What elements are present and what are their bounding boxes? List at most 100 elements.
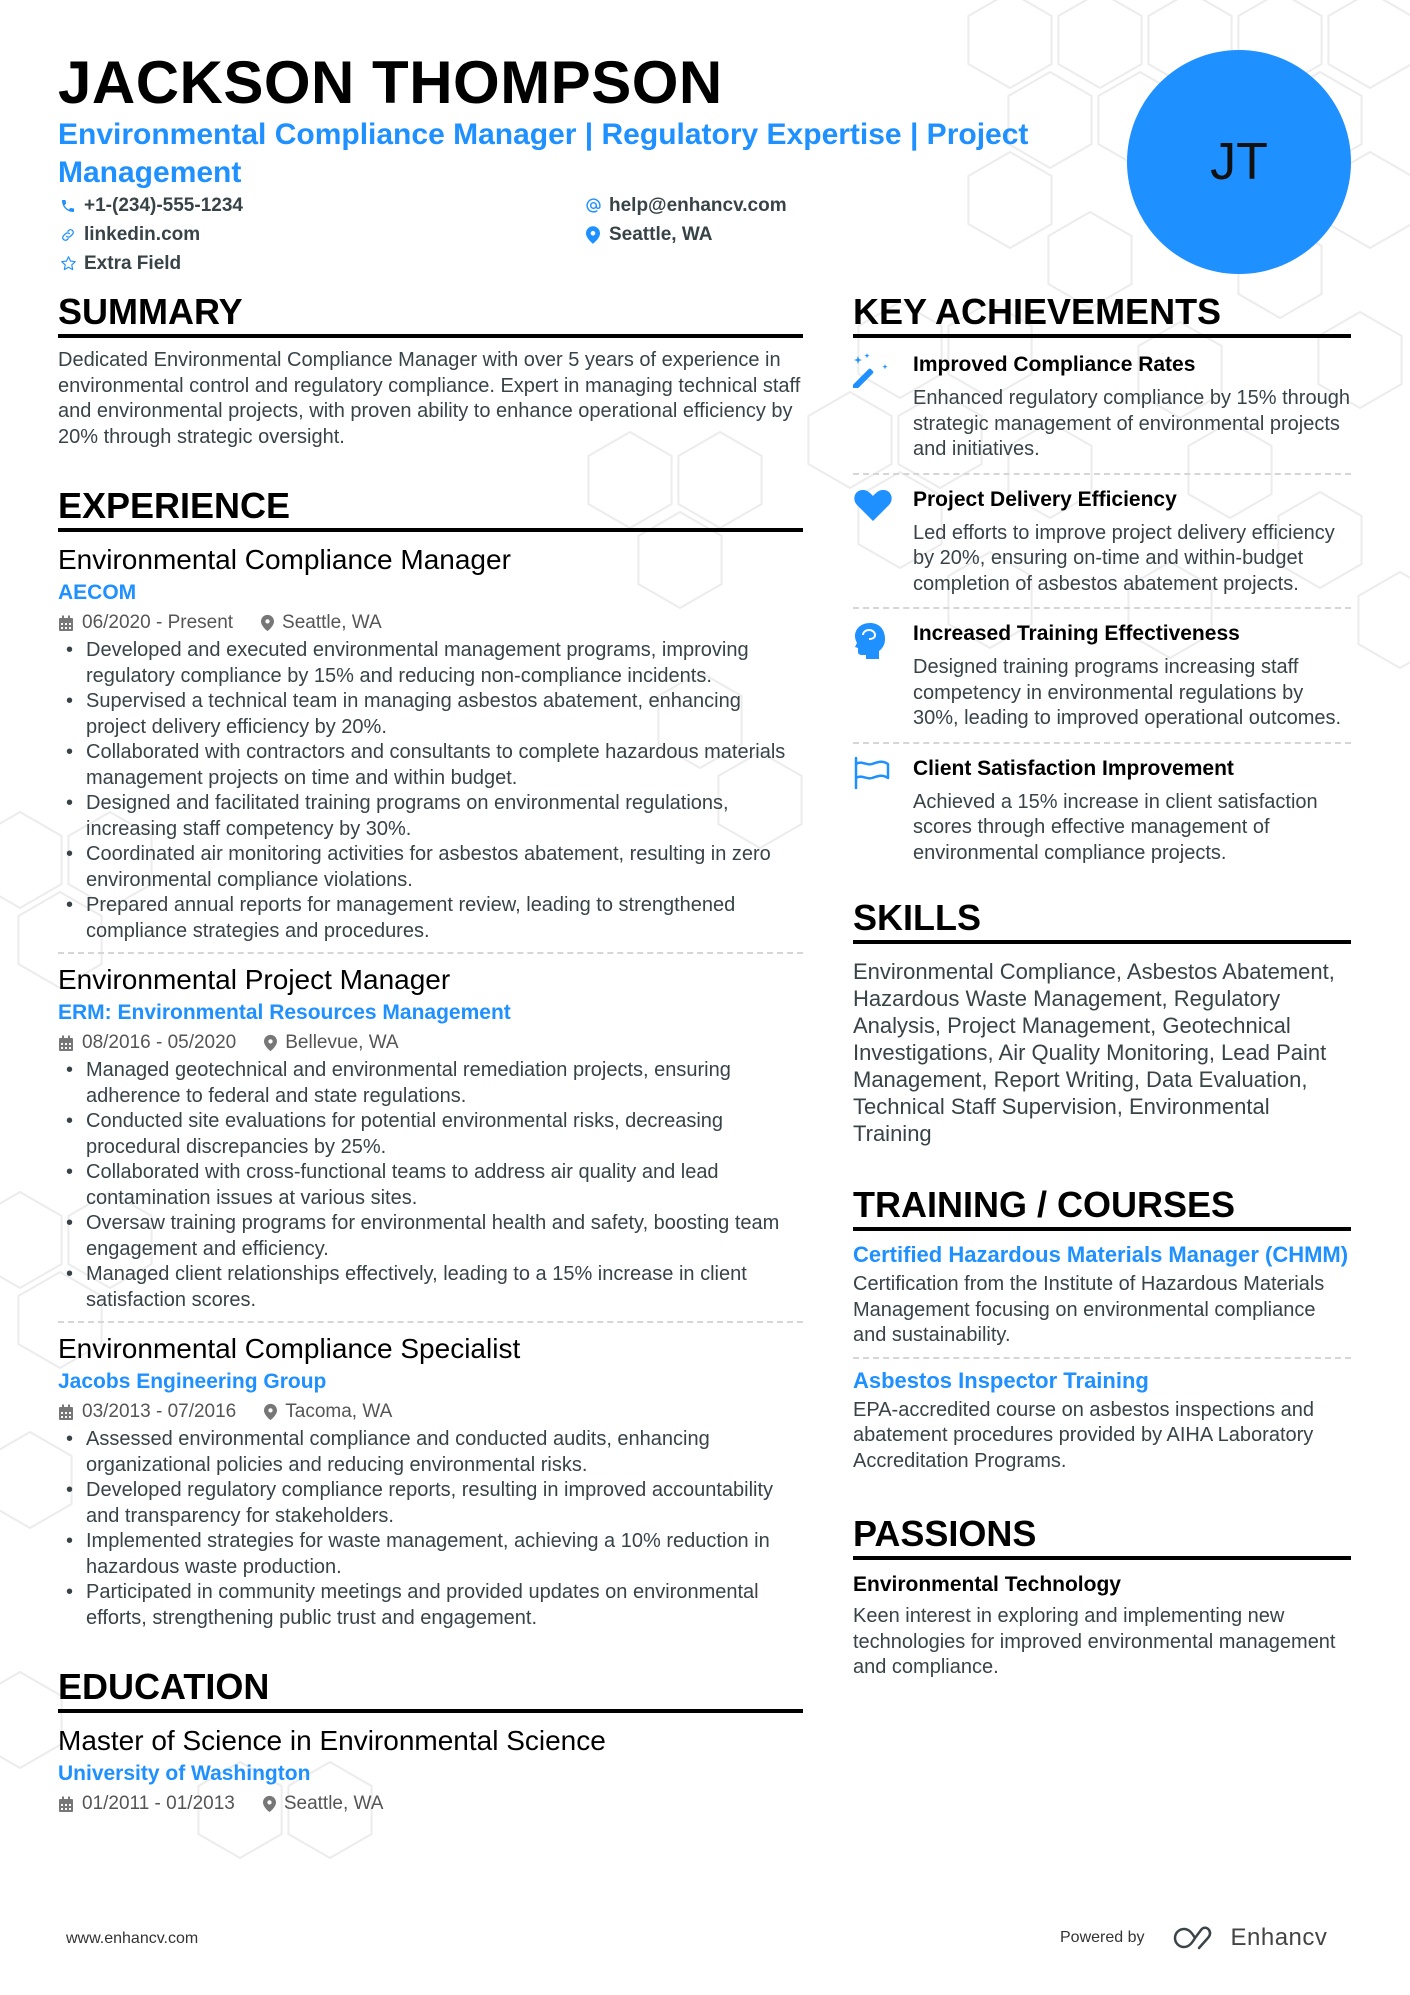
experience-item: Environmental Project Manager ERM: Envir… [58, 952, 803, 1321]
candidate-headline: Environmental Compliance Manager | Regul… [58, 118, 1029, 189]
course-title: Certified Hazardous Materials Manager (C… [853, 1242, 1349, 1267]
calendar-icon [59, 1404, 73, 1420]
contact-linkedin[interactable]: linkedin.com [58, 221, 583, 248]
brain-head-icon [855, 623, 885, 659]
achievement-title: Client Satisfaction Improvement [913, 756, 1234, 780]
summary-heading: SUMMARY [58, 290, 803, 338]
training-section: TRAINING / COURSES Certified Hazardous M… [853, 1183, 1351, 1482]
degree-title: Master of Science in Environmental Scien… [58, 1725, 606, 1756]
at-icon [583, 196, 603, 216]
powered-by-label: Powered by [1060, 1929, 1145, 1946]
achievements-section: KEY ACHIEVEMENTS Improved Compliance Rat… [850, 290, 1351, 877]
resume-page: JACKSON THOMPSON Environmental Complianc… [0, 0, 1410, 1995]
location-pin-icon [264, 1403, 278, 1421]
experience-section: EXPERIENCE Environmental Compliance Mana… [58, 484, 803, 1639]
footer-website[interactable]: www.enhancv.com [66, 1930, 198, 1948]
job-company: Jacobs Engineering Group [58, 1370, 327, 1393]
job-title: Environmental Compliance Specialist [58, 1333, 521, 1364]
job-location: Bellevue, WA [285, 1032, 399, 1053]
experience-item: Environmental Compliance Specialist Jaco… [58, 1321, 803, 1639]
job-location: Tacoma, WA [285, 1401, 393, 1422]
job-company: ERM: Environmental Resources Management [58, 1001, 511, 1024]
passion-item: Environmental Technology Keen interest i… [853, 1570, 1351, 1681]
location-pin-icon [264, 1034, 278, 1052]
heart-icon [854, 489, 892, 521]
bullet-item: Prepared annual reports for management r… [58, 893, 803, 944]
calendar-icon [59, 1035, 73, 1051]
bullet-item: Supervised a technical team in managing … [58, 689, 803, 740]
bullet-item: Conducted site evaluations for potential… [58, 1109, 803, 1160]
contact-email[interactable]: help@enhancv.com [583, 192, 983, 219]
achievement-item: Project Delivery Efficiency Led efforts … [853, 472, 1351, 608]
job-bullets: Assessed environmental compliance and co… [58, 1427, 803, 1631]
contact-extra-field: Extra Field [58, 250, 583, 277]
passion-desc: Keen interest in exploring and implement… [853, 1605, 1336, 1678]
education-item: Master of Science in Environmental Scien… [58, 1723, 803, 1827]
flag-icon [854, 756, 890, 789]
contact-phone[interactable]: +1-(234)-555-1234 [58, 192, 583, 219]
achievement-title: Improved Compliance Rates [913, 353, 1196, 376]
education-meta: 01/2011 - 01/2013 Seattle, WA [58, 1789, 803, 1819]
passion-title: Environmental Technology [853, 1573, 1121, 1596]
course-desc: EPA-accredited course on asbestos inspec… [853, 1398, 1315, 1472]
job-meta: 06/2020 - Present Seattle, WA [58, 608, 803, 638]
achievement-desc: Led efforts to improve project delivery … [913, 521, 1335, 595]
bullet-item: Managed geotechnical and environmental r… [58, 1058, 803, 1109]
passions-section: PASSIONS Environmental Technology Keen i… [853, 1512, 1351, 1681]
course-title: Asbestos Inspector Training [853, 1367, 1149, 1393]
bullet-item: Developed and executed environmental man… [58, 638, 803, 689]
bullet-item: Coordinated air monitoring activities fo… [58, 842, 803, 893]
job-title: Environmental Project Manager [58, 964, 451, 995]
job-bullets: Managed geotechnical and environmental r… [58, 1058, 803, 1313]
job-meta: 08/2016 - 05/2020 Bellevue, WA [58, 1028, 803, 1058]
location-pin-icon [261, 614, 275, 632]
magic-wand-icon [850, 353, 888, 392]
job-meta: 03/2013 - 07/2016 Tacoma, WA [58, 1397, 803, 1427]
contact-list: +1-(234)-555-1234 help@enhancv.com linke… [58, 192, 1058, 277]
contact-location: Seattle, WA [583, 221, 983, 248]
footer-powered-by: Powered by Enhancv [1060, 1924, 1327, 1952]
avatar-initials: JT [1210, 133, 1268, 191]
skills-heading: SKILLS [853, 896, 1351, 944]
bullet-item: Participated in community meetings and p… [58, 1580, 803, 1631]
achievement-item: Client Satisfaction Improvement Achieved… [853, 741, 1351, 877]
bullet-item: Managed client relationships effectively… [58, 1262, 803, 1313]
skills-section: SKILLS Environmental Compliance, Asbesto… [853, 896, 1351, 1147]
link-icon [58, 225, 78, 245]
education-dates: 01/2011 - 01/2013 [82, 1793, 235, 1814]
education-section: EDUCATION Master of Science in Environme… [58, 1665, 803, 1827]
bullet-item: Developed regulatory compliance reports,… [58, 1478, 803, 1529]
star-icon [58, 254, 78, 274]
achievements-heading: KEY ACHIEVEMENTS [853, 290, 1351, 338]
course-desc: Certification from the Institute of Haza… [853, 1273, 1325, 1346]
bullet-item: Collaborated with contractors and consul… [58, 740, 803, 791]
job-dates: 03/2013 - 07/2016 [82, 1401, 237, 1422]
bullet-item: Assessed environmental compliance and co… [58, 1427, 803, 1478]
bullet-item: Collaborated with cross-functional teams… [58, 1160, 803, 1211]
passions-heading: PASSIONS [853, 1512, 1351, 1560]
bullet-item: Oversaw training programs for environmen… [58, 1211, 803, 1262]
achievement-desc: Achieved a 15% increase in client satisf… [913, 790, 1318, 864]
right-column: KEY ACHIEVEMENTS Improved Compliance Rat… [850, 290, 1351, 1681]
phone-icon [58, 196, 78, 216]
course-item: Asbestos Inspector Training EPA-accredit… [853, 1356, 1351, 1483]
course-item: Certified Hazardous Materials Manager (C… [853, 1241, 1351, 1357]
experience-item: Environmental Compliance Manager AECOM 0… [58, 542, 803, 952]
calendar-icon [59, 615, 73, 631]
location-pin-icon [262, 1795, 276, 1813]
school-name: University of Washington [58, 1762, 311, 1785]
left-column: SUMMARY Dedicated Environmental Complian… [58, 290, 803, 1827]
education-location: Seattle, WA [283, 1793, 384, 1814]
avatar: JT [1127, 50, 1351, 274]
job-title: Environmental Compliance Manager [58, 544, 511, 575]
training-heading: TRAINING / COURSES [853, 1183, 1351, 1231]
job-company: AECOM [58, 581, 137, 604]
calendar-icon [59, 1796, 73, 1812]
education-heading: EDUCATION [58, 1665, 803, 1713]
candidate-name: JACKSON THOMPSON [58, 49, 723, 116]
skills-text: Environmental Compliance, Asbestos Abate… [853, 959, 1335, 1146]
bullet-item: Implemented strategies for waste managem… [58, 1529, 803, 1580]
achievement-desc: Designed training programs increasing st… [913, 656, 1342, 729]
enhancv-logo-icon [1173, 1926, 1211, 1950]
summary-text: Dedicated Environmental Compliance Manag… [58, 349, 801, 448]
